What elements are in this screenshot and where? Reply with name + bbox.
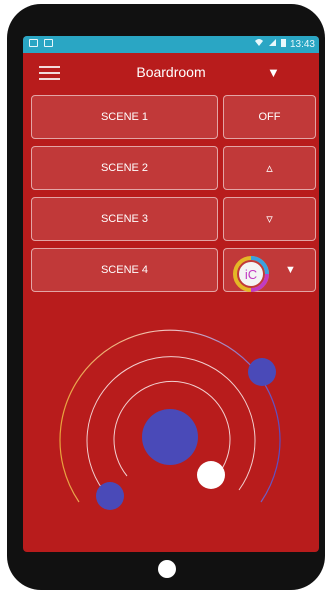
- white-knob[interactable]: [197, 461, 225, 489]
- light-control-dial[interactable]: [23, 36, 319, 552]
- home-button[interactable]: [158, 560, 176, 578]
- lower-left-knob[interactable]: [96, 482, 124, 510]
- app-screen: 13:43 Boardroom ▼ SCENE 1 SCENE 2 SCENE …: [23, 36, 319, 552]
- outer-ring-knob[interactable]: [248, 358, 276, 386]
- center-knob[interactable]: [142, 409, 198, 465]
